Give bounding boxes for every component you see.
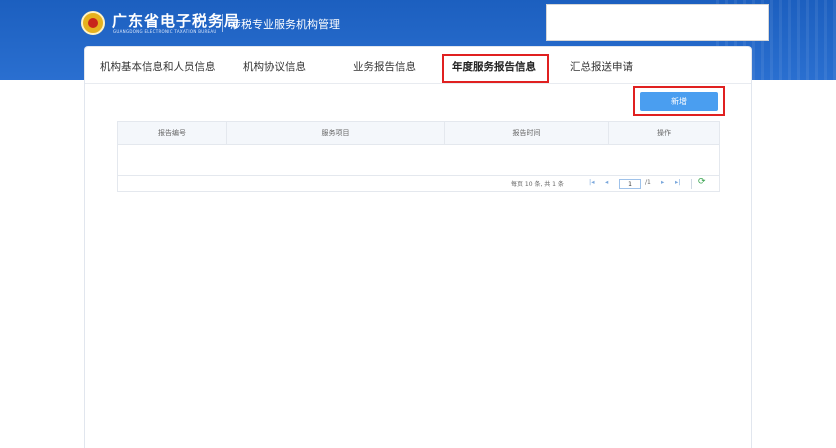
pager-divider	[691, 179, 692, 189]
refresh-icon[interactable]: ⟳	[698, 177, 706, 187]
page-number-input[interactable]	[619, 179, 641, 189]
next-page-icon[interactable]: ▸	[661, 178, 664, 186]
tab-bar: 机构基本信息和人员信息 机构协议信息 业务报告信息 年度服务报告信息 汇总报送申…	[85, 47, 751, 84]
header-divider	[222, 14, 223, 32]
table-header: 报告编号 服务项目 报告时间 操作	[118, 122, 719, 145]
tab-business-report[interactable]: 业务报告信息	[353, 59, 416, 74]
prev-page-icon[interactable]: ◂	[605, 178, 608, 186]
first-page-icon[interactable]: |◂	[589, 178, 594, 186]
top-right-box	[546, 4, 769, 41]
pagination-summary: 每页 10 条, 共 1 条	[511, 181, 564, 188]
column-header-report-time: 报告时间	[445, 122, 609, 145]
tax-bureau-logo-icon	[81, 11, 105, 35]
column-header-actions: 操作	[657, 129, 671, 137]
brand-subtitle: GUANGDONG ELECTRONIC TAXATION BUREAU	[113, 29, 217, 34]
tab-basic-info[interactable]: 机构基本信息和人员信息	[100, 59, 216, 74]
total-pages: /1	[645, 179, 651, 186]
tab-highlight-box	[442, 54, 549, 83]
brand-title: 广东省电子税务局	[112, 12, 241, 30]
tab-summary-submission[interactable]: 汇总报送申请	[570, 59, 633, 74]
system-name: 涉税专业服务机构管理	[230, 18, 340, 31]
last-page-icon[interactable]: ▸|	[675, 178, 680, 186]
main-panel: 机构基本信息和人员信息 机构协议信息 业务报告信息 年度服务报告信息 汇总报送申…	[84, 46, 752, 448]
tab-agreement-info[interactable]: 机构协议信息	[243, 59, 306, 74]
report-table: 报告编号 服务项目 报告时间 操作 每页 10 条, 共 1 条 |◂ ◂ /1…	[117, 121, 720, 192]
pagination-bar: 每页 10 条, 共 1 条 |◂ ◂ /1 ▸ ▸| ⟳	[118, 175, 719, 192]
column-header-service-item: 服务项目	[227, 122, 445, 145]
column-header-report-no: 报告编号	[118, 122, 227, 145]
add-button-highlight-box	[633, 86, 725, 116]
